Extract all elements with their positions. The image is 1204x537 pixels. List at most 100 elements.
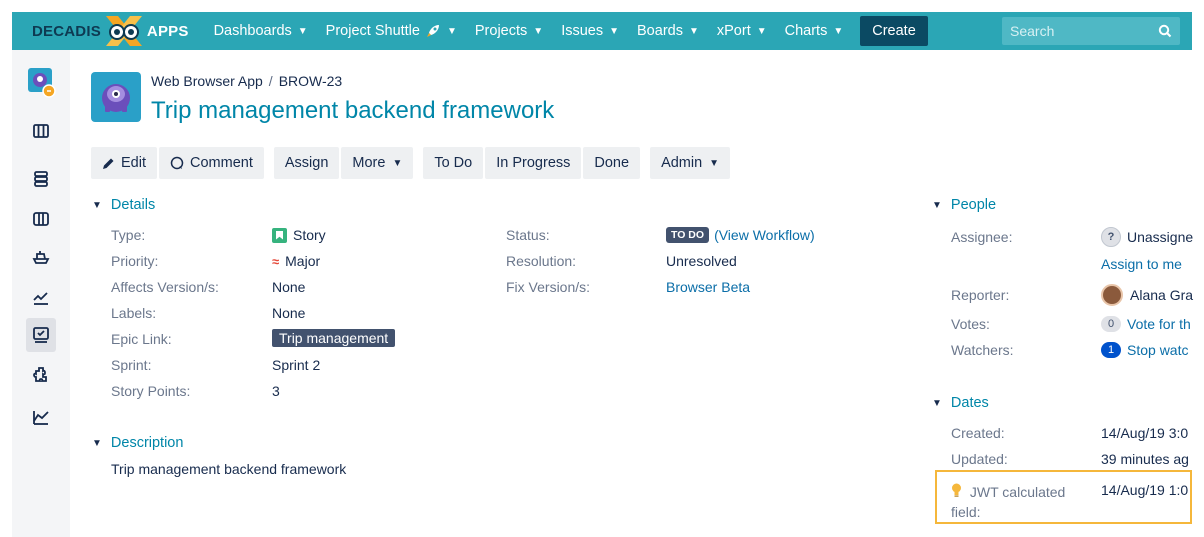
rocket-icon bbox=[425, 23, 441, 39]
done-transition-button[interactable]: Done bbox=[583, 147, 641, 179]
in-progress-transition-button[interactable]: In Progress bbox=[485, 147, 582, 179]
brand-name-left: DECADIS bbox=[32, 22, 101, 40]
view-workflow-link[interactable]: (View Workflow) bbox=[714, 227, 815, 243]
chevron-down-icon: ▼ bbox=[709, 157, 720, 169]
status-label: Status: bbox=[506, 227, 550, 243]
story-points-value[interactable]: 3 bbox=[272, 383, 280, 399]
comment-label: Comment bbox=[190, 155, 253, 171]
chevron-down-icon: ▼ bbox=[756, 25, 767, 37]
sprint-value[interactable]: Sprint 2 bbox=[272, 357, 320, 373]
admin-button[interactable]: Admin ▼ bbox=[650, 147, 731, 179]
dates-heading: Dates bbox=[950, 395, 989, 411]
admin-label: Admin bbox=[661, 155, 703, 171]
reports-icon[interactable] bbox=[28, 284, 54, 310]
watchers-value: 1 Stop watc bbox=[1101, 342, 1188, 358]
assign-button[interactable]: Assign bbox=[273, 147, 340, 179]
brand-logo-mark-icon bbox=[102, 14, 146, 48]
board-icon[interactable] bbox=[28, 206, 54, 232]
brand-logo[interactable]: DECADIS APPS bbox=[32, 12, 189, 50]
main-nav: Dashboards ▼ Project Shuttle ▼ Projects ▼ … bbox=[205, 12, 928, 50]
breadcrumb: Web Browser App / BROW-23 bbox=[151, 73, 342, 89]
priority-major-icon: ≈ bbox=[272, 253, 280, 269]
chevron-down-icon: ▼ bbox=[609, 25, 620, 37]
created-value: 14/Aug/19 3:0 bbox=[1101, 425, 1189, 441]
fix-version-link[interactable]: Browser Beta bbox=[666, 279, 750, 295]
jwt-field-value: 14/Aug/19 1:0 bbox=[1101, 482, 1189, 498]
jwt-field-label-line2: field: bbox=[951, 504, 981, 520]
epic-link-value: Trip management bbox=[272, 329, 396, 347]
affects-version-label: Affects Version/s: bbox=[111, 279, 219, 295]
reporter-avatar bbox=[1101, 284, 1123, 306]
vote-link[interactable]: Vote for th bbox=[1127, 316, 1191, 332]
chevron-down-icon: ▼ bbox=[297, 25, 308, 37]
details-section-toggle[interactable]: ▼ Details bbox=[92, 197, 155, 213]
search-icon bbox=[1158, 24, 1172, 38]
nav-project-shuttle[interactable]: Project Shuttle ▼ bbox=[317, 12, 466, 50]
stop-watching-link[interactable]: Stop watc bbox=[1127, 342, 1188, 358]
releases-icon[interactable] bbox=[28, 166, 54, 192]
charts-icon[interactable] bbox=[28, 404, 54, 430]
breadcrumb-project-link[interactable]: Web Browser App bbox=[151, 73, 263, 89]
type-value-text: Story bbox=[293, 227, 326, 243]
comment-button[interactable]: Comment bbox=[159, 147, 264, 179]
updated-label: Updated: bbox=[951, 451, 1008, 467]
more-button[interactable]: More ▼ bbox=[341, 147, 414, 179]
page-title[interactable]: Trip management backend framework bbox=[151, 97, 554, 125]
description-text[interactable]: Trip management backend framework bbox=[111, 461, 346, 477]
nav-projects-label: Projects bbox=[474, 23, 528, 39]
toolbar-gap bbox=[415, 147, 423, 179]
nav-dashboards-label: Dashboards bbox=[213, 23, 292, 39]
edit-button[interactable]: Edit bbox=[91, 147, 157, 179]
fix-version-label: Fix Version/s: bbox=[506, 279, 591, 295]
votes-label: Votes: bbox=[951, 316, 990, 332]
project-avatar-icon[interactable] bbox=[26, 66, 56, 98]
nav-dashboards[interactable]: Dashboards ▼ bbox=[205, 12, 317, 50]
priority-value-text: Major bbox=[285, 253, 321, 269]
chevron-down-icon: ▼ bbox=[92, 437, 102, 449]
issues-icon[interactable] bbox=[26, 318, 56, 352]
jwt-field-label-line1: JWT calculated bbox=[969, 484, 1066, 500]
reporter-value[interactable]: Alana Gra bbox=[1101, 284, 1193, 306]
add-ons-icon[interactable] bbox=[28, 362, 54, 388]
nav-issues[interactable]: Issues ▼ bbox=[552, 12, 628, 50]
nav-charts[interactable]: Charts ▼ bbox=[776, 12, 853, 50]
people-heading: People bbox=[950, 197, 997, 213]
labels-label: Labels: bbox=[111, 305, 157, 321]
resolution-value: Unresolved bbox=[666, 253, 737, 269]
nav-issues-label: Issues bbox=[561, 23, 604, 39]
project-sidebar bbox=[12, 50, 70, 537]
type-value: Story bbox=[272, 227, 326, 243]
shipping-icon[interactable] bbox=[28, 244, 54, 270]
nav-boards[interactable]: Boards ▼ bbox=[628, 12, 708, 50]
description-section-toggle[interactable]: ▼ Description bbox=[92, 435, 183, 451]
chevron-down-icon: ▼ bbox=[92, 199, 102, 211]
assignee-value[interactable]: ? Unassigne bbox=[1101, 227, 1193, 247]
unassigned-avatar-icon: ? bbox=[1101, 227, 1121, 247]
resolution-label: Resolution: bbox=[506, 253, 577, 269]
nav-xport[interactable]: xPort ▼ bbox=[708, 12, 776, 50]
chevron-down-icon: ▼ bbox=[932, 397, 942, 409]
priority-value: ≈ Major bbox=[272, 253, 320, 269]
brand-name-right: APPS bbox=[146, 22, 189, 40]
description-heading: Description bbox=[110, 435, 184, 451]
story-points-label: Story Points: bbox=[111, 383, 191, 399]
dates-section-toggle[interactable]: ▼ Dates bbox=[932, 395, 989, 411]
todo-transition-button[interactable]: To Do bbox=[423, 147, 484, 179]
search-input[interactable]: Search bbox=[1002, 17, 1180, 45]
chevron-down-icon: ▼ bbox=[446, 25, 457, 37]
sprint-label: Sprint: bbox=[111, 357, 152, 373]
assign-to-me-link[interactable]: Assign to me bbox=[1101, 256, 1182, 272]
people-section-toggle[interactable]: ▼ People bbox=[932, 197, 996, 213]
created-label: Created: bbox=[951, 425, 1005, 441]
jwt-field-label: JWT calculated field: bbox=[951, 482, 1065, 522]
nav-projects[interactable]: Projects ▼ bbox=[466, 12, 552, 50]
chevron-down-icon: ▼ bbox=[533, 25, 544, 37]
breadcrumb-issue-key[interactable]: BROW-23 bbox=[279, 73, 343, 89]
create-button[interactable]: Create bbox=[860, 16, 928, 46]
top-nav-bar: DECADIS APPS Dashboards ▼ Project Shuttle… bbox=[12, 12, 1192, 50]
project-avatar[interactable] bbox=[91, 72, 141, 122]
backlog-icon[interactable] bbox=[28, 118, 54, 144]
epic-link-lozenge[interactable]: Trip management bbox=[272, 329, 396, 347]
breadcrumb-separator: / bbox=[268, 73, 273, 89]
toolbar-gap bbox=[642, 147, 650, 179]
